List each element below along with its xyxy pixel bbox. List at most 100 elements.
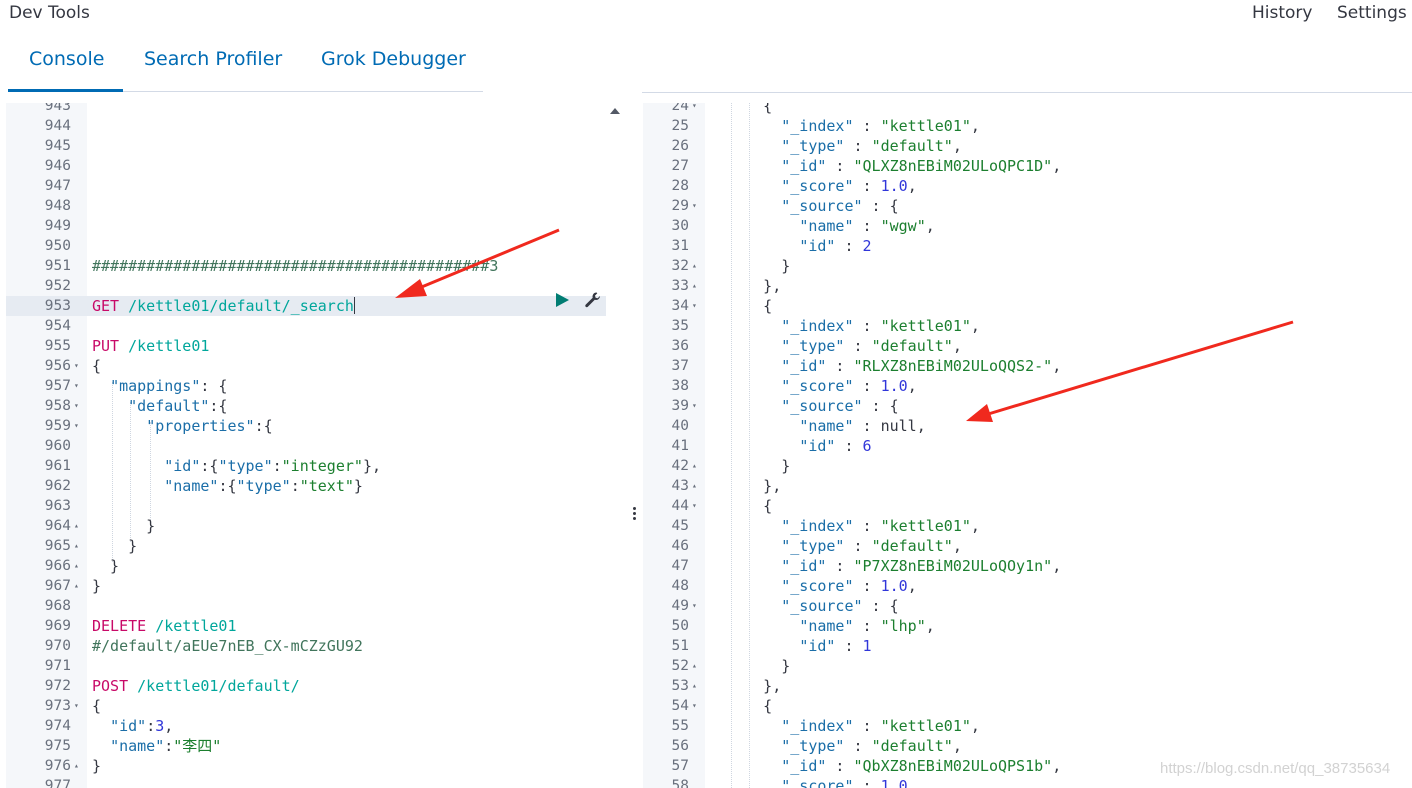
code-line[interactable]: 953 GET /kettle01/default/_search (6, 296, 606, 316)
code-line[interactable]: 946 (6, 156, 606, 176)
fold-close-icon[interactable]: ▴ (74, 576, 79, 596)
code-line[interactable]: 27 "_id" : "QLXZ8nEBiM02ULoQPC1D", (643, 156, 1412, 176)
tab-console[interactable]: Console (29, 48, 104, 70)
code-line[interactable]: 948 (6, 196, 606, 216)
tab-grok-debugger[interactable]: Grok Debugger (321, 48, 466, 70)
code-line[interactable]: 958 ▾ "default":{ (6, 396, 606, 416)
code-line[interactable]: 34 ▾ { (643, 296, 1412, 316)
code-line[interactable]: 51 "id" : 1 (643, 636, 1412, 656)
fold-open-icon[interactable]: ▾ (692, 396, 697, 416)
code-line[interactable]: 32 ▴ } (643, 256, 1412, 276)
fold-open-icon[interactable]: ▾ (692, 596, 697, 616)
code-line[interactable]: 965 ▴ } (6, 536, 606, 556)
fold-close-icon[interactable]: ▴ (74, 556, 79, 576)
code-line[interactable]: 29 ▾ "_source" : { (643, 196, 1412, 216)
code-line[interactable]: 944 (6, 116, 606, 136)
code-line[interactable]: 961 "id":{"type":"integer"}, (6, 456, 606, 476)
code-line[interactable]: 971 (6, 656, 606, 676)
fold-close-icon[interactable]: ▴ (692, 276, 697, 296)
code-line[interactable]: 964 ▴ } (6, 516, 606, 536)
history-link[interactable]: History (1252, 3, 1312, 23)
code-line[interactable]: 33 ▴ }, (643, 276, 1412, 296)
code-line[interactable]: 959 ▾ "properties":{ (6, 416, 606, 436)
wrench-icon[interactable] (584, 291, 602, 309)
code-line[interactable]: 31 "id" : 2 (643, 236, 1412, 256)
code-line[interactable]: 951 #####################################… (6, 256, 606, 276)
code-line[interactable]: 25 "_index" : "kettle01", (643, 116, 1412, 136)
fold-open-icon[interactable]: ▾ (74, 696, 79, 716)
code-line[interactable]: 46 "_type" : "default", (643, 536, 1412, 556)
settings-link[interactable]: Settings (1337, 3, 1407, 23)
code-line[interactable]: 55 "_index" : "kettle01", (643, 716, 1412, 736)
code-line[interactable]: 970 #/default/aEUe7nEB_CX-mCZzGU92 (6, 636, 606, 656)
fold-close-icon[interactable]: ▴ (74, 516, 79, 536)
pane-resizer[interactable] (630, 505, 638, 527)
code-line[interactable]: 975 "name":"李四" (6, 736, 606, 756)
code-line[interactable]: 43 ▴ }, (643, 476, 1412, 496)
fold-open-icon[interactable]: ▾ (692, 696, 697, 716)
fold-open-icon[interactable]: ▾ (74, 416, 79, 436)
request-editor[interactable]: 943 944 945 946 947 948 949 950 951 #############… (6, 103, 606, 788)
code-line[interactable]: 974 "id":3, (6, 716, 606, 736)
code-line[interactable]: 42 ▴ } (643, 456, 1412, 476)
code-line[interactable]: 963 (6, 496, 606, 516)
code-line[interactable]: 962 "name":{"type":"text"} (6, 476, 606, 496)
code-line[interactable]: 52 ▴ } (643, 656, 1412, 676)
code-line[interactable]: 24 ▾ { (643, 103, 1412, 116)
code-line[interactable]: 977 (6, 776, 606, 788)
code-line[interactable]: 56 "_type" : "default", (643, 736, 1412, 756)
code-line[interactable]: 47 "_id" : "P7XZ8nEBiM02ULoQOy1n", (643, 556, 1412, 576)
response-viewer[interactable]: 24 ▾ {25 "_index" : "kettle01", 26 "_type"… (643, 103, 1412, 788)
code-line[interactable]: 53 ▴ }, (643, 676, 1412, 696)
code-line[interactable]: 50 "name" : "lhp", (643, 616, 1412, 636)
code-line[interactable]: 35 "_index" : "kettle01", (643, 316, 1412, 336)
fold-open-icon[interactable]: ▾ (692, 103, 697, 116)
code-line[interactable]: 30 "name" : "wgw", (643, 216, 1412, 236)
fold-close-icon[interactable]: ▴ (692, 456, 697, 476)
fold-close-icon[interactable]: ▴ (74, 756, 79, 776)
fold-open-icon[interactable]: ▾ (692, 496, 697, 516)
code-line[interactable]: 37 "_id" : "RLXZ8nEBiM02ULoQQS2-", (643, 356, 1412, 376)
code-line[interactable]: 45 "_index" : "kettle01", (643, 516, 1412, 536)
code-line[interactable]: 54 ▾ { (643, 696, 1412, 716)
code-line[interactable]: 49 ▾ "_source" : { (643, 596, 1412, 616)
tab-search-profiler[interactable]: Search Profiler (144, 48, 282, 70)
code-line[interactable]: 36 "_type" : "default", (643, 336, 1412, 356)
code-line[interactable]: 954 (6, 316, 606, 336)
code-line[interactable]: 39 ▾ "_source" : { (643, 396, 1412, 416)
code-line[interactable]: 28 "_score" : 1.0, (643, 176, 1412, 196)
code-line[interactable]: 952 (6, 276, 606, 296)
play-icon[interactable] (556, 293, 569, 307)
code-line[interactable]: 947 (6, 176, 606, 196)
code-line[interactable]: 957 ▾ "mappings": { (6, 376, 606, 396)
fold-open-icon[interactable]: ▾ (74, 396, 79, 416)
fold-open-icon[interactable]: ▾ (74, 356, 79, 376)
fold-close-icon[interactable]: ▴ (692, 656, 697, 676)
code-line[interactable]: 976 ▴} (6, 756, 606, 776)
fold-open-icon[interactable]: ▾ (692, 196, 697, 216)
code-line[interactable]: 41 "id" : 6 (643, 436, 1412, 456)
code-line[interactable]: 38 "_score" : 1.0, (643, 376, 1412, 396)
code-line[interactable]: 44 ▾ { (643, 496, 1412, 516)
code-line[interactable]: 968 (6, 596, 606, 616)
code-line[interactable]: 966 ▴ } (6, 556, 606, 576)
code-line[interactable]: 972 POST /kettle01/default/ (6, 676, 606, 696)
code-line[interactable]: 943 (6, 103, 606, 116)
code-line[interactable]: 40 "name" : null, (643, 416, 1412, 436)
code-line[interactable]: 955 PUT /kettle01 (6, 336, 606, 356)
scroll-up-icon[interactable] (610, 108, 620, 114)
fold-close-icon[interactable]: ▴ (74, 536, 79, 556)
code-line[interactable]: 48 "_score" : 1.0, (643, 576, 1412, 596)
code-line[interactable]: 58 "_score" : 1.0, (643, 776, 1412, 788)
code-line[interactable]: 26 "_type" : "default", (643, 136, 1412, 156)
fold-close-icon[interactable]: ▴ (692, 256, 697, 276)
code-line[interactable]: 949 (6, 216, 606, 236)
fold-close-icon[interactable]: ▴ (692, 476, 697, 496)
code-line[interactable]: 967 ▴} (6, 576, 606, 596)
fold-open-icon[interactable]: ▾ (692, 296, 697, 316)
code-line[interactable]: 960 (6, 436, 606, 456)
code-line[interactable]: 950 (6, 236, 606, 256)
code-line[interactable]: 969 DELETE /kettle01 (6, 616, 606, 636)
code-line[interactable]: 945 (6, 136, 606, 156)
fold-open-icon[interactable]: ▾ (74, 376, 79, 396)
